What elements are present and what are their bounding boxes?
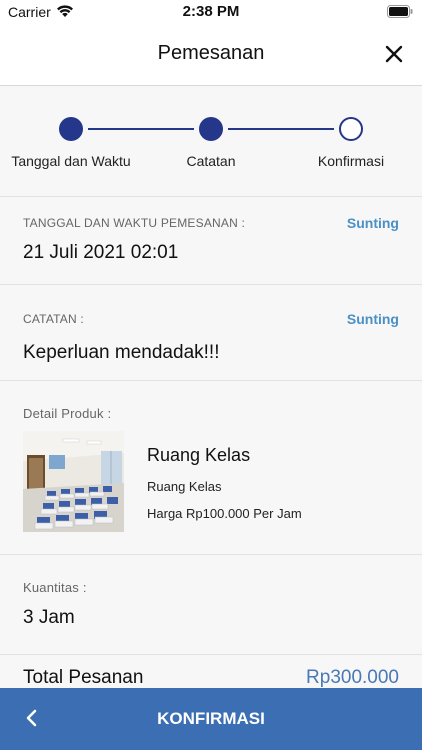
- edit-notes-button[interactable]: Sunting: [347, 311, 399, 327]
- total-value: Rp300.000: [306, 667, 399, 688]
- bottom-action-bar: KONFIRMASI: [0, 688, 422, 750]
- page-title: Pemesanan: [157, 42, 265, 64]
- edit-datetime-button[interactable]: Sunting: [347, 215, 399, 231]
- booking-datetime-section: TANGGAL DAN WAKTU PEMESANAN : Sunting 21…: [0, 196, 422, 284]
- classroom-photo: [23, 431, 124, 532]
- total-section: Total Pesanan Rp300.000: [0, 654, 422, 688]
- notes-label: CATATAN :: [23, 312, 84, 326]
- confirm-button[interactable]: KONFIRMASI: [100, 702, 322, 736]
- product-price: Harga Rp100.000 Per Jam: [147, 506, 302, 521]
- product-detail-section: Detail Produk : Ruang Kelas Ruang Kelas …: [0, 380, 422, 554]
- booking-datetime-value: 21 Juli 2021 02:01: [23, 242, 179, 263]
- close-icon[interactable]: [380, 40, 408, 68]
- quantity-value: 3 Jam: [23, 607, 75, 628]
- step-label-notes: Catatan: [186, 153, 236, 169]
- status-time: 2:38 PM: [182, 3, 240, 20]
- battery-icon: [387, 5, 413, 18]
- step-1-connector: [88, 128, 194, 130]
- total-label: Total Pesanan: [23, 667, 144, 688]
- product-detail-label: Detail Produk :: [23, 406, 112, 421]
- step-3-dot: [339, 117, 363, 141]
- chevron-left-icon[interactable]: [20, 706, 44, 730]
- product-name: Ruang Kelas: [147, 445, 251, 465]
- nav-bar: Pemesanan: [0, 24, 422, 86]
- booking-datetime-label: TANGGAL DAN WAKTU PEMESANAN :: [23, 216, 246, 230]
- notes-value: Keperluan mendadak!!!: [23, 342, 220, 363]
- step-label-confirmation: Konfirmasi: [317, 153, 385, 169]
- quantity-label: Kuantitas :: [23, 580, 87, 595]
- step-label-date-time: Tanggal dan Waktu: [11, 153, 131, 169]
- notes-section: CATATAN : Sunting Keperluan mendadak!!!: [0, 284, 422, 380]
- status-bar: Carrier 2:38 PM: [0, 0, 422, 24]
- progress-stepper: Tanggal dan Waktu Catatan Konfirmasi: [0, 86, 422, 186]
- step-2-dot: [199, 117, 223, 141]
- quantity-section: Kuantitas : 3 Jam: [0, 554, 422, 654]
- step-1-dot: [59, 117, 83, 141]
- order-summary: TANGGAL DAN WAKTU PEMESANAN : Sunting 21…: [0, 196, 422, 688]
- product-category: Ruang Kelas: [147, 479, 222, 494]
- step-2-connector: [228, 128, 334, 130]
